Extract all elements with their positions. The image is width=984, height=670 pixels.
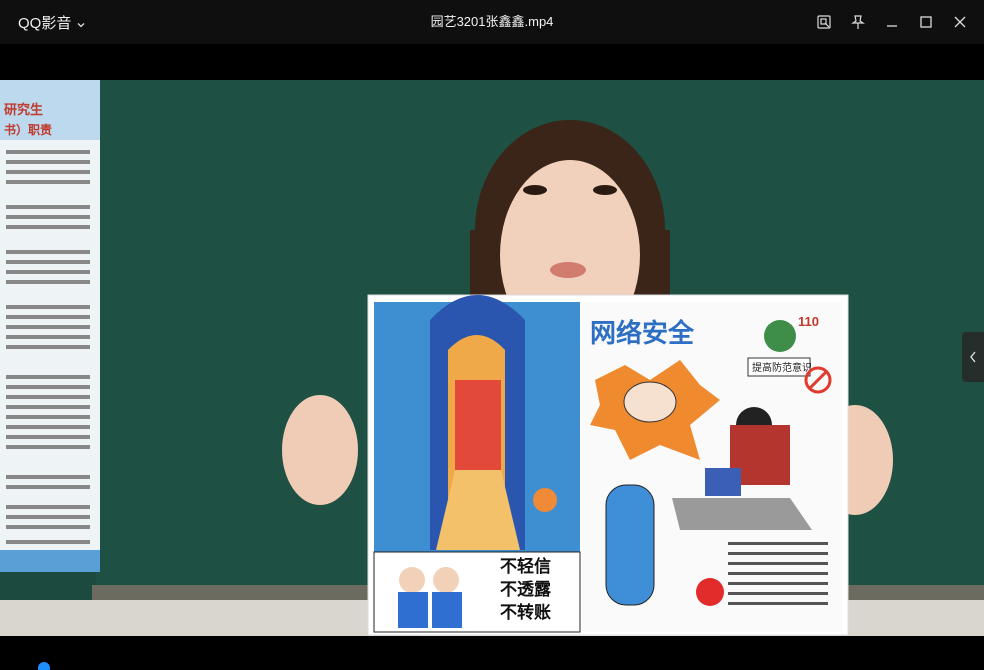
maximize-button[interactable] <box>916 12 936 32</box>
progress-handle[interactable] <box>38 662 50 670</box>
maximize-icon <box>920 16 932 28</box>
video-frame[interactable]: 研究生 书）职责 不轻信 不透露 不转账 网络安全 提高防范意识 110 <box>0 80 984 636</box>
side-panel-toggle[interactable] <box>962 332 984 382</box>
chevron-down-icon <box>76 17 86 28</box>
minimize-button[interactable] <box>882 12 902 32</box>
chevron-left-icon <box>970 351 976 363</box>
screenshot-button[interactable] <box>814 12 834 32</box>
close-button[interactable] <box>950 12 970 32</box>
title-bar: QQ影音 园艺3201张鑫鑫.mp4 <box>0 0 984 44</box>
poster-title: 网络安全 <box>590 318 695 349</box>
close-icon <box>954 16 966 28</box>
poster-badge: 110 <box>798 314 819 329</box>
slogan-3: 不转账 <box>500 602 551 623</box>
window-controls <box>814 0 970 44</box>
poster-subtitle: 提高防范意识 <box>752 361 812 374</box>
minimize-icon <box>887 25 897 27</box>
pin-button[interactable] <box>848 12 868 32</box>
notice-heading-2: 书）职责 <box>4 122 52 137</box>
notice-heading-1: 研究生 <box>4 102 43 117</box>
screenshot-icon <box>817 15 831 29</box>
pin-icon <box>851 15 865 29</box>
app-brand-label: QQ影音 <box>18 14 72 32</box>
video-scene: 研究生 书）职责 不轻信 不透露 不转账 网络安全 提高防范意识 110 <box>0 80 984 636</box>
control-bar <box>0 636 984 670</box>
slogan-1: 不轻信 <box>500 556 551 577</box>
app-menu-button[interactable]: QQ影音 <box>18 0 86 44</box>
slogan-2: 不透露 <box>500 579 552 600</box>
